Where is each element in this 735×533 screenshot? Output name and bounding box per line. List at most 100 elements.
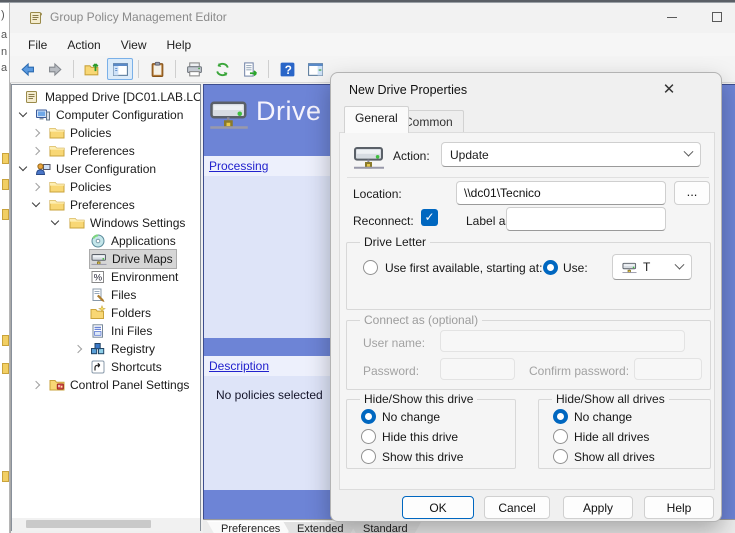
computer-icon [35, 107, 51, 123]
console-tree: Mapped Drive [DC01.LAB.LOCAL] Computer C… [11, 84, 201, 531]
tree-item-registry[interactable]: Registry [12, 340, 200, 358]
refresh-icon[interactable] [209, 58, 235, 80]
confirm-password-input[interactable] [634, 358, 702, 380]
folder-icon [49, 179, 65, 195]
description-link[interactable]: Description [209, 359, 269, 373]
forward-icon[interactable] [42, 58, 68, 80]
svg-text:?: ? [284, 63, 291, 76]
tree-item-environment[interactable]: % Environment [12, 268, 200, 286]
radio-use-first-available[interactable] [363, 260, 378, 275]
radio-hide-this-drive[interactable] [361, 429, 376, 444]
hide-show-this-drive-group: Hide/Show this drive No change Hide this… [346, 399, 516, 469]
radio-this-no-change[interactable] [361, 409, 376, 424]
drive-icon [91, 251, 107, 267]
radio-use[interactable] [543, 260, 558, 275]
user-name-input[interactable] [440, 330, 685, 352]
label-as-input[interactable] [506, 207, 666, 231]
radio-show-this-drive[interactable] [361, 449, 376, 464]
chevron-right-icon[interactable] [32, 183, 40, 191]
folder-fragment [2, 363, 9, 374]
scrollbar-thumb[interactable] [26, 520, 151, 528]
shortcut-icon [90, 359, 106, 375]
menu-help[interactable]: Help [157, 35, 202, 55]
tree-item-policies[interactable]: Policies [12, 124, 200, 142]
folder-icon [49, 197, 65, 213]
applications-icon [90, 233, 106, 249]
tree-item-drive-maps[interactable]: Drive Maps [12, 250, 200, 268]
tree-item-control-panel-settings[interactable]: Control Panel Settings [12, 376, 200, 394]
action-select[interactable]: Update [441, 142, 701, 167]
tab-standard[interactable]: Standard [349, 521, 422, 533]
chevron-down-icon[interactable] [19, 109, 27, 117]
up-one-level-icon[interactable] [79, 58, 105, 80]
apply-button[interactable]: Apply [563, 496, 633, 519]
show-action-pane-icon[interactable] [302, 58, 328, 80]
chevron-right-icon[interactable] [32, 381, 40, 389]
close-icon[interactable]: ✕ [654, 77, 684, 103]
tree-item-folders[interactable]: Folders [12, 304, 200, 322]
tree-item-windows-settings[interactable]: Windows Settings [12, 214, 200, 232]
chevron-right-icon[interactable] [32, 129, 40, 137]
folder-fragment [2, 335, 9, 346]
background-window-strip: ) a n a [0, 3, 10, 533]
tree-item-ini-files[interactable]: Ini Files [12, 322, 200, 340]
ok-button[interactable]: OK [402, 496, 474, 519]
drive-letter-select[interactable]: T [612, 254, 692, 280]
tab-preferences[interactable]: Preferences [207, 521, 294, 533]
print-icon[interactable] [181, 58, 207, 80]
processing-link[interactable]: Processing [209, 159, 268, 173]
reconnect-checkbox[interactable]: ✓ [421, 209, 438, 226]
files-icon [90, 287, 106, 303]
location-input[interactable] [456, 181, 666, 205]
radio-all-no-change[interactable] [553, 409, 568, 424]
tree-item-applications[interactable]: Applications [12, 232, 200, 250]
folder-fragment [2, 209, 9, 220]
tree-item-files[interactable]: Files [12, 286, 200, 304]
menu-file[interactable]: File [18, 35, 57, 55]
radio-show-all-drives[interactable] [553, 449, 568, 464]
window-title: Group Policy Management Editor [50, 10, 227, 24]
cancel-button[interactable]: Cancel [484, 496, 550, 519]
password-input[interactable] [440, 358, 515, 380]
tree-item-preferences[interactable]: Preferences [12, 142, 200, 160]
chevron-down-icon[interactable] [19, 163, 27, 171]
tree-item-shortcuts[interactable]: Shortcuts [12, 358, 200, 376]
export-list-icon[interactable] [237, 58, 263, 80]
chevron-down-icon[interactable] [51, 217, 59, 225]
menu-action[interactable]: Action [57, 35, 110, 55]
folder-fragment [2, 179, 9, 190]
hide-show-all-drives-group: Hide/Show all drives No change Hide all … [538, 399, 711, 469]
maximize-button[interactable] [700, 6, 734, 28]
location-label: Location: [353, 187, 402, 201]
horizontal-scrollbar[interactable] [12, 518, 200, 531]
tab-extended[interactable]: Extended [283, 521, 357, 533]
tree-item-user-preferences[interactable]: Preferences [12, 196, 200, 214]
connect-as-group: Connect as (optional) User name: Passwor… [346, 320, 711, 390]
chevron-right-icon[interactable] [32, 147, 40, 155]
folders-icon [90, 305, 106, 321]
selected-tree-item: Drive Maps [90, 250, 176, 268]
tree-item-mapped-drive[interactable]: Mapped Drive [DC01.LAB.LOCAL] [12, 88, 200, 106]
back-icon[interactable] [14, 58, 40, 80]
clipboard-icon[interactable] [144, 58, 170, 80]
user-icon [35, 161, 51, 177]
chevron-down-icon[interactable] [32, 199, 40, 207]
help-button[interactable]: Help [644, 496, 714, 519]
folder-fragment [2, 153, 9, 164]
help-icon[interactable]: ? [274, 58, 300, 80]
tree-item-user-policies[interactable]: Policies [12, 178, 200, 196]
folder-icon [49, 143, 65, 159]
browse-button[interactable]: ... [674, 181, 710, 205]
reconnect-label: Reconnect: [353, 214, 414, 228]
tree-item-user-configuration[interactable]: User Configuration [12, 160, 200, 178]
show-console-tree-icon[interactable] [107, 58, 133, 80]
minimize-button[interactable] [655, 6, 689, 28]
new-drive-properties-dialog: New Drive Properties ✕ General Common Ac… [330, 72, 722, 522]
folder-icon [69, 215, 85, 231]
chevron-right-icon[interactable] [74, 345, 82, 353]
tab-general[interactable]: General [344, 106, 409, 133]
menu-view[interactable]: View [111, 35, 157, 55]
dialog-title: New Drive Properties [349, 83, 467, 97]
radio-hide-all-drives[interactable] [553, 429, 568, 444]
tree-item-computer-configuration[interactable]: Computer Configuration [12, 106, 200, 124]
